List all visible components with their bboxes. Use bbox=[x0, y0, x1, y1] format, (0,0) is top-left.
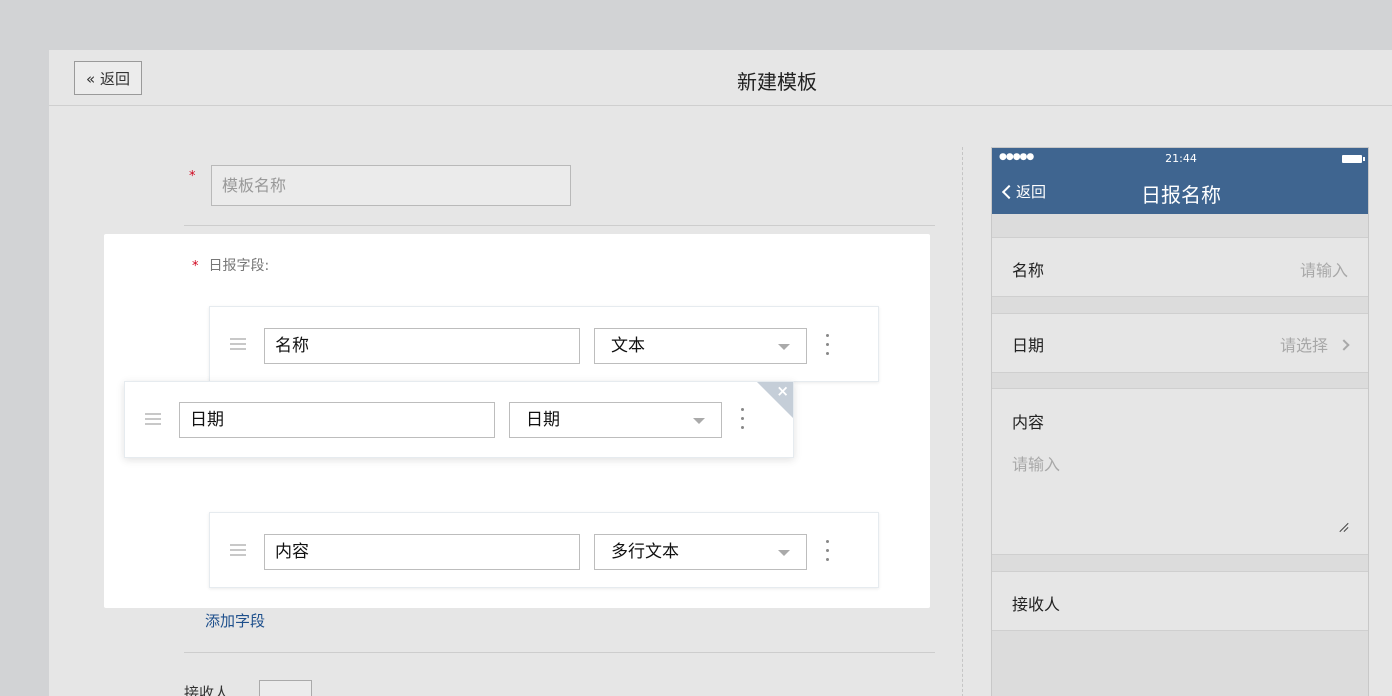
field-card-date-dragging[interactable]: 日期 日期 × bbox=[124, 381, 794, 458]
preview-title: 日报名称 bbox=[1141, 183, 1221, 207]
caret-down-icon bbox=[778, 344, 790, 350]
divider bbox=[184, 225, 935, 226]
mobile-preview: ●●●●● 21:44 返回 日报名称 名称 请输入 日期 请选择 内容 请输入… bbox=[991, 147, 1369, 696]
divider bbox=[184, 652, 935, 653]
more-vertical-icon[interactable] bbox=[826, 334, 830, 358]
page-title: 新建模板 bbox=[737, 70, 817, 94]
add-receiver-button[interactable] bbox=[259, 680, 312, 696]
drag-handle-icon[interactable] bbox=[230, 338, 246, 350]
row-placeholder: 请输入 bbox=[1299, 261, 1348, 280]
field-name-input[interactable]: 日期 bbox=[179, 402, 495, 438]
field-type-value: 多行文本 bbox=[611, 542, 679, 562]
chevron-right-icon bbox=[1338, 339, 1350, 351]
field-name-input[interactable]: 名称 bbox=[264, 328, 580, 364]
row-label: 内容 bbox=[1012, 413, 1045, 432]
preview-row-receiver[interactable]: 接收人 bbox=[992, 571, 1368, 631]
more-vertical-icon[interactable] bbox=[741, 408, 745, 432]
row-label: 日期 bbox=[1012, 336, 1045, 355]
field-card-name: 名称 文本 bbox=[209, 306, 879, 382]
field-type-select[interactable]: 多行文本 bbox=[594, 534, 807, 570]
drag-handle-icon[interactable] bbox=[230, 544, 246, 556]
field-type-value: 日期 bbox=[526, 410, 560, 430]
row-value: 请选择 bbox=[1279, 332, 1350, 356]
top-bar: « 返回 新建模板 bbox=[49, 50, 1392, 106]
remove-field-button[interactable]: × bbox=[757, 382, 793, 418]
field-type-select[interactable]: 文本 bbox=[594, 328, 807, 364]
resize-handle-icon[interactable] bbox=[1338, 522, 1349, 533]
status-time: 21:44 bbox=[1165, 152, 1197, 165]
preview-row-name[interactable]: 名称 请输入 bbox=[992, 237, 1368, 297]
preview-header: ●●●●● 21:44 返回 日报名称 bbox=[992, 148, 1368, 214]
row-label: 名称 bbox=[1012, 261, 1045, 280]
field-type-value: 文本 bbox=[611, 336, 645, 356]
field-type-select[interactable]: 日期 bbox=[509, 402, 722, 438]
row-label: 接收人 bbox=[1012, 595, 1061, 614]
row-placeholder: 请选择 bbox=[1279, 336, 1328, 355]
close-icon: × bbox=[776, 382, 789, 400]
more-vertical-icon[interactable] bbox=[826, 540, 830, 564]
field-card-content: 内容 多行文本 bbox=[209, 512, 879, 588]
required-mark: * bbox=[192, 259, 199, 274]
template-name-row: * 模板名称 bbox=[189, 165, 571, 206]
preview-divider bbox=[962, 147, 963, 696]
drag-handle-icon[interactable] bbox=[145, 413, 161, 425]
field-name-input[interactable]: 内容 bbox=[264, 534, 580, 570]
receiver-label: 接收人 bbox=[184, 684, 230, 696]
fields-label: * 日报字段: bbox=[192, 255, 269, 275]
fields-label-text: 日报字段: bbox=[208, 258, 270, 274]
battery-icon bbox=[1342, 155, 1365, 163]
preview-row-date[interactable]: 日期 请选择 bbox=[992, 313, 1368, 373]
template-name-input[interactable]: 模板名称 bbox=[211, 165, 571, 206]
required-mark: * bbox=[189, 169, 196, 184]
add-field-link[interactable]: 添加字段 bbox=[205, 610, 265, 631]
row-placeholder: 请输入 bbox=[1012, 455, 1061, 474]
caret-down-icon bbox=[693, 418, 705, 424]
caret-down-icon bbox=[778, 550, 790, 556]
preview-row-content[interactable]: 内容 请输入 bbox=[992, 388, 1368, 555]
